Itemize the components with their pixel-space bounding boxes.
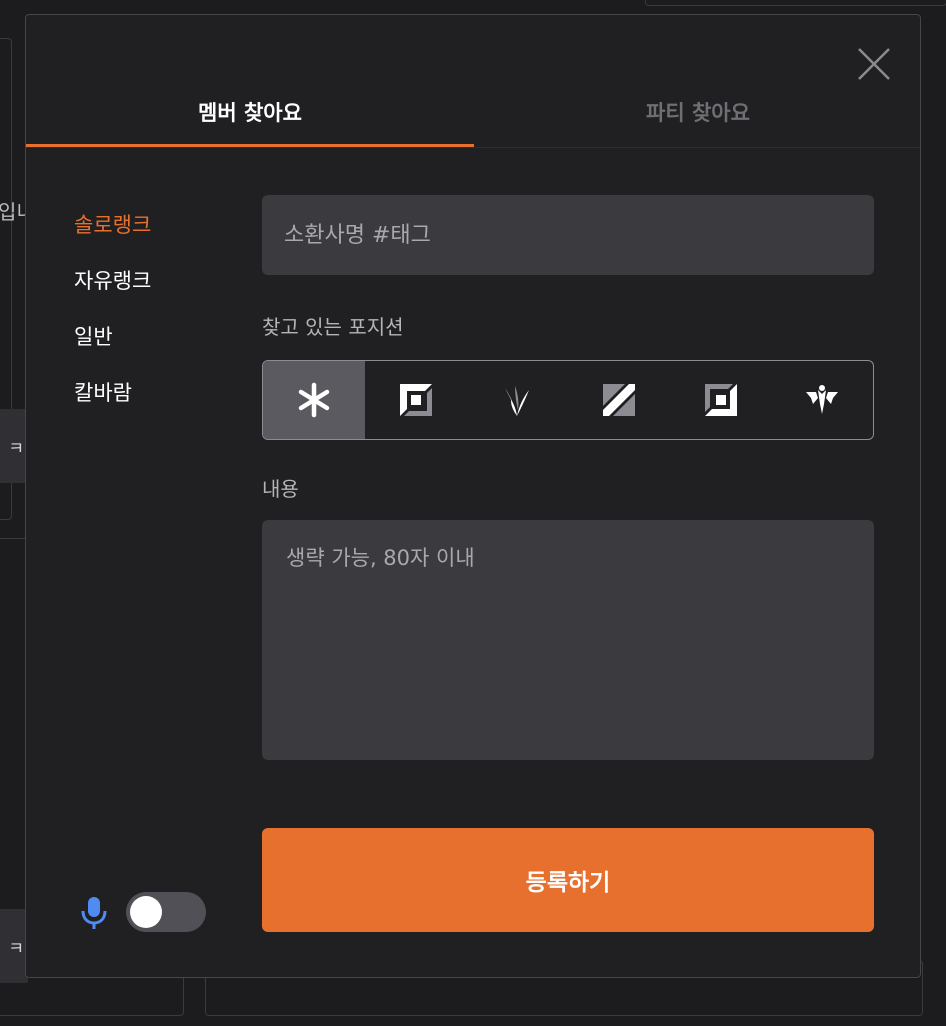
mid-lane-icon <box>602 384 635 416</box>
jungle-icon <box>505 386 530 416</box>
create-post-modal: 멤버 찾아요 파티 찾아요 솔로랭크 자유랭크 일반 칼바람 찾고 있는 포지션 <box>25 14 921 978</box>
bottom-lane-icon <box>704 384 737 416</box>
position-all-button[interactable] <box>263 361 365 439</box>
position-bottom-button[interactable] <box>670 361 772 439</box>
summoner-name-input[interactable] <box>262 195 874 275</box>
top-lane-icon <box>399 384 432 416</box>
background-panel-top-right <box>645 0 946 6</box>
position-jungle-button[interactable] <box>466 361 568 439</box>
tab-bar: 멤버 찾아요 파티 찾아요 <box>26 79 920 148</box>
position-selector <box>262 360 874 440</box>
register-button[interactable]: 등록하기 <box>262 828 874 932</box>
position-support-button[interactable] <box>771 361 873 439</box>
close-x-icon <box>858 48 890 80</box>
background-card-text: ㅋ <box>8 938 24 959</box>
queue-flex-rank[interactable]: 자유랭크 <box>74 259 151 315</box>
tab-find-member[interactable]: 멤버 찾아요 <box>26 79 474 147</box>
microphone-icon <box>81 897 107 929</box>
background-card: ㅋ <box>0 909 28 983</box>
background-card-text: ㅋ <box>8 438 24 459</box>
all-positions-icon <box>298 382 330 418</box>
queue-type-menu: 솔로랭크 자유랭크 일반 칼바람 <box>74 203 151 427</box>
content-textarea[interactable] <box>262 520 874 760</box>
position-mid-button[interactable] <box>568 361 670 439</box>
queue-solo-rank[interactable]: 솔로랭크 <box>74 203 151 259</box>
position-label: 찾고 있는 포지션 <box>262 315 404 339</box>
tab-find-party[interactable]: 파티 찾아요 <box>474 79 922 145</box>
close-button[interactable] <box>856 46 892 82</box>
content-label: 내용 <box>262 477 299 501</box>
background-card: ㅋ <box>0 409 28 483</box>
toggle-knob[interactable] <box>130 896 162 928</box>
position-top-button[interactable] <box>365 361 467 439</box>
queue-normal[interactable]: 일반 <box>74 315 151 371</box>
queue-aram[interactable]: 칼바람 <box>74 371 151 427</box>
support-icon <box>806 385 839 414</box>
mic-toggle[interactable] <box>126 892 206 932</box>
